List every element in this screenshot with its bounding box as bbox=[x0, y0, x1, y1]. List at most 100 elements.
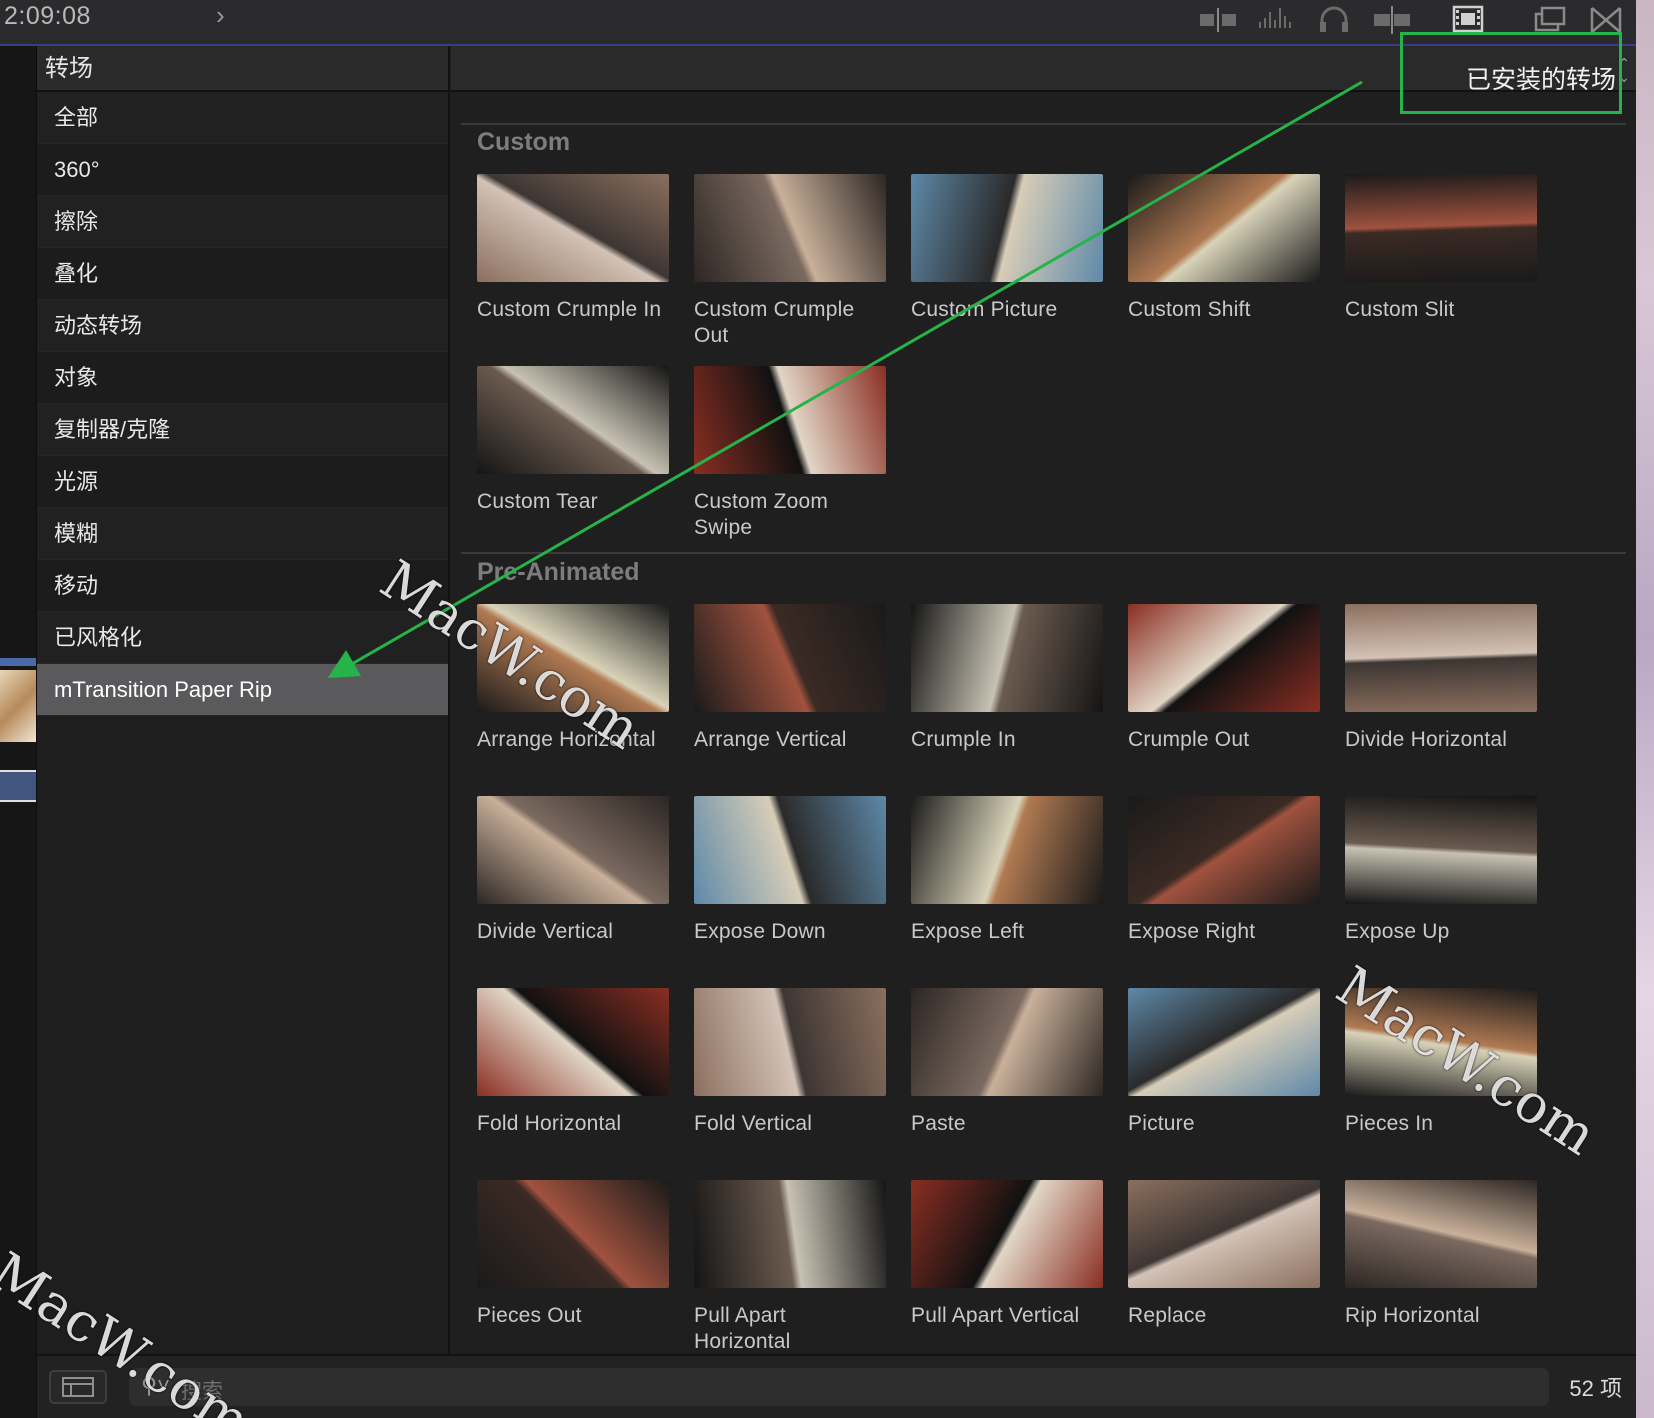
transition-name: Crumple In bbox=[911, 728, 1016, 751]
category-sidebar: 转场 全部 360° 擦除 叠化 动态转场 对象 复制器/克隆 光源 模糊 移动 已风格化 mTran… bbox=[37, 46, 450, 1354]
headphones-icon[interactable] bbox=[1314, 4, 1354, 36]
sidebar-category-item[interactable]: 移动 bbox=[37, 560, 448, 612]
transition-tile[interactable]: Replace bbox=[1128, 1180, 1320, 1329]
transition-tile[interactable]: Paste bbox=[911, 988, 1103, 1137]
transition-tile[interactable]: Custom Slit bbox=[1345, 174, 1537, 323]
transition-tile[interactable]: Expose Down bbox=[694, 796, 886, 945]
search-field[interactable]: ⚲˅ 搜索 bbox=[129, 1368, 1549, 1406]
installed-transitions-dropdown[interactable]: 已安装的转场 bbox=[1466, 60, 1616, 96]
transition-tile[interactable]: Fold Horizontal bbox=[477, 988, 669, 1137]
transition-thumbnail bbox=[911, 796, 1103, 904]
transition-tile[interactable]: Divide Horizontal bbox=[1345, 604, 1537, 753]
transition-thumbnail bbox=[911, 174, 1103, 282]
sidebar-category-item[interactable]: 360° bbox=[37, 144, 448, 196]
film-strip-icon[interactable] bbox=[1448, 4, 1488, 36]
timeline-clip-thumbnail bbox=[0, 670, 36, 742]
transition-name: Fold Vertical bbox=[694, 1112, 813, 1135]
transition-tile[interactable]: Crumple Out bbox=[1128, 604, 1320, 753]
transition-name: Rip Horizontal bbox=[1345, 1304, 1480, 1327]
transition-thumbnail bbox=[1345, 988, 1537, 1096]
transition-tile[interactable]: Custom Picture bbox=[911, 174, 1103, 323]
transition-thumbnail bbox=[1345, 604, 1537, 712]
timecode-display: 2:09:08 bbox=[4, 2, 91, 30]
audio-waveform-icon[interactable] bbox=[1256, 4, 1296, 36]
transition-name: Custom Shift bbox=[1128, 298, 1251, 321]
transition-tile[interactable]: Expose Left bbox=[911, 796, 1103, 945]
transition-thumbnail bbox=[694, 174, 886, 282]
transition-thumbnail bbox=[1128, 988, 1320, 1096]
sidebar-category-item[interactable]: 叠化 bbox=[37, 248, 448, 300]
transition-tile[interactable]: Custom Tear bbox=[477, 366, 669, 515]
transition-tile[interactable]: Divide Vertical bbox=[477, 796, 669, 945]
transition-name: Expose Up bbox=[1345, 920, 1450, 943]
transition-name: Pull Apart Vertical bbox=[911, 1304, 1080, 1327]
transition-thumbnail bbox=[694, 366, 886, 474]
sidebar-category-item[interactable]: 已风格化 bbox=[37, 612, 448, 664]
transition-tile[interactable]: Pieces In bbox=[1345, 988, 1537, 1137]
transition-tile[interactable]: Pull Apart Horizontal bbox=[694, 1180, 886, 1355]
timeline-strip bbox=[0, 46, 37, 1418]
clip-skimming-icon[interactable] bbox=[1198, 4, 1238, 36]
sidebar-category-item[interactable]: 擦除 bbox=[37, 196, 448, 248]
transition-name: Divide Vertical bbox=[477, 920, 614, 943]
search-placeholder: 搜索 bbox=[181, 1380, 223, 1403]
transition-bowtie-icon[interactable] bbox=[1586, 4, 1626, 36]
transition-name: Expose Left bbox=[911, 920, 1025, 943]
sidebar-category-item[interactable]: 动态转场 bbox=[37, 300, 448, 352]
sidebar-title: 转场 bbox=[37, 46, 448, 92]
transition-tile[interactable]: Custom Shift bbox=[1128, 174, 1320, 323]
transition-name: Paste bbox=[911, 1112, 966, 1135]
sidebar-category-item[interactable]: mTransition Paper Rip bbox=[37, 664, 448, 716]
window-overlap-icon[interactable] bbox=[1530, 4, 1570, 36]
transition-tile[interactable]: Expose Right bbox=[1128, 796, 1320, 945]
transition-tile[interactable]: Custom Crumple Out bbox=[694, 174, 886, 349]
transition-name: Arrange Horizontal bbox=[477, 728, 656, 751]
sidebar-category-item[interactable]: 光源 bbox=[37, 456, 448, 508]
sidebar-category-item[interactable]: 模糊 bbox=[37, 508, 448, 560]
sidebar-toggle-button[interactable] bbox=[49, 1370, 107, 1404]
transition-name: Pieces Out bbox=[477, 1304, 582, 1327]
transition-thumbnail bbox=[911, 1180, 1103, 1288]
transition-thumbnail bbox=[694, 604, 886, 712]
transition-thumbnail bbox=[911, 604, 1103, 712]
transition-tile[interactable]: Picture bbox=[1128, 988, 1320, 1137]
transition-thumbnail bbox=[477, 796, 669, 904]
transition-thumbnail bbox=[477, 1180, 669, 1288]
transition-name: Replace bbox=[1128, 1304, 1207, 1327]
transition-tile[interactable]: Custom Zoom Swipe bbox=[694, 366, 886, 541]
grid-header: 已安装的转场 ⌃ ⌄ bbox=[451, 46, 1636, 94]
transition-thumbnail bbox=[1345, 174, 1537, 282]
dropdown-arrows-icon[interactable]: ⌃ ⌄ bbox=[1618, 56, 1630, 84]
transition-name: Crumple Out bbox=[1128, 728, 1250, 751]
transition-tile[interactable]: Custom Crumple In bbox=[477, 174, 669, 323]
desktop-edge bbox=[1636, 0, 1654, 1418]
transition-name: Divide Horizontal bbox=[1345, 728, 1508, 751]
transition-thumbnail bbox=[1128, 604, 1320, 712]
top-toolbar: 2:09:08 › bbox=[0, 0, 1636, 46]
transition-tile[interactable]: Rip Horizontal bbox=[1345, 1180, 1537, 1329]
transition-tile[interactable]: Crumple In bbox=[911, 604, 1103, 753]
transition-tile[interactable]: Expose Up bbox=[1345, 796, 1537, 945]
sidebar-category-item[interactable]: 对象 bbox=[37, 352, 448, 404]
section-divider bbox=[461, 123, 1626, 125]
transition-name: Expose Right bbox=[1128, 920, 1256, 943]
transition-name: Custom Crumple Out bbox=[694, 298, 855, 347]
transition-thumbnail bbox=[1128, 174, 1320, 282]
transition-tile[interactable]: Arrange Horizontal bbox=[477, 604, 669, 753]
transition-tile[interactable]: Fold Vertical bbox=[694, 988, 886, 1137]
timeline-clip-marker bbox=[0, 658, 36, 666]
section-title: Pre-Animated bbox=[477, 558, 640, 586]
transition-thumbnail bbox=[694, 796, 886, 904]
transition-tile[interactable]: Arrange Vertical bbox=[694, 604, 886, 753]
transition-tile[interactable]: Pieces Out bbox=[477, 1180, 669, 1329]
sidebar-layout-icon bbox=[62, 1377, 94, 1397]
category-list: 全部 360° 擦除 叠化 动态转场 对象 复制器/克隆 光源 模糊 移动 已风格化 mTransit… bbox=[37, 92, 448, 716]
transition-thumbnail bbox=[1345, 1180, 1537, 1288]
snapping-icon[interactable] bbox=[1372, 4, 1412, 36]
audio-clip-thumbnail bbox=[0, 770, 36, 802]
transition-name: Picture bbox=[1128, 1112, 1195, 1135]
sidebar-category-item[interactable]: 复制器/克隆 bbox=[37, 404, 448, 456]
chevron-right-icon[interactable]: › bbox=[216, 0, 225, 31]
sidebar-category-item[interactable]: 全部 bbox=[37, 92, 448, 144]
transition-tile[interactable]: Pull Apart Vertical bbox=[911, 1180, 1103, 1329]
